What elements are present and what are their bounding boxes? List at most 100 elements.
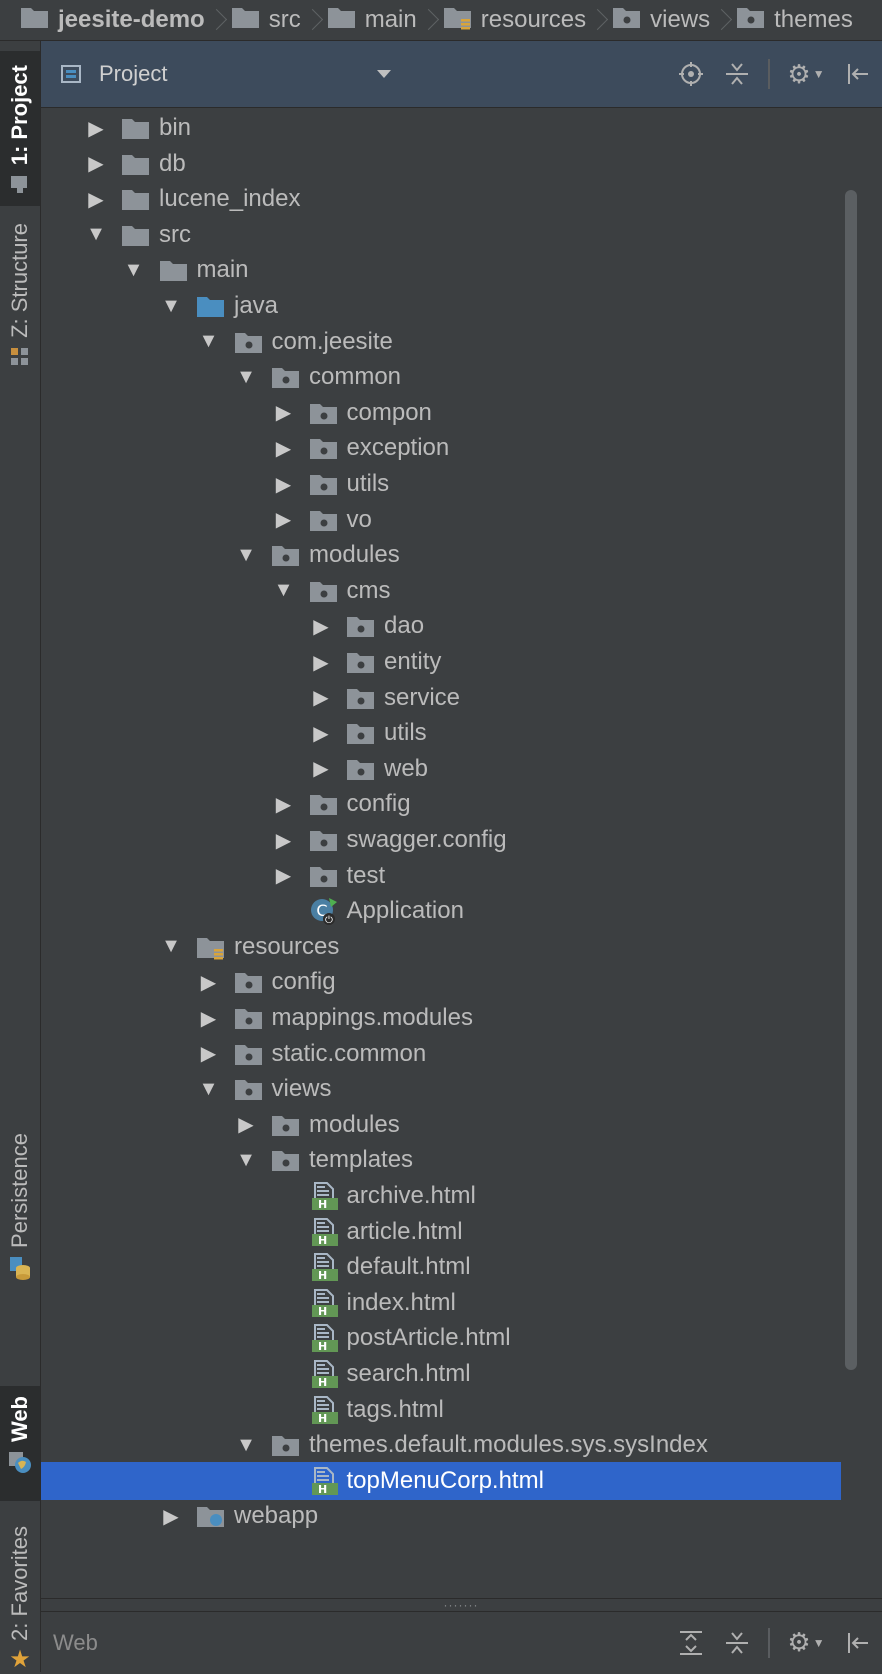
tree-row[interactable]: ▶ mappings.modules (41, 999, 841, 1037)
tree-row[interactable]: ▶ config (41, 963, 841, 1001)
tree-row[interactable]: ▼ common (41, 358, 841, 396)
tree-row[interactable]: Htags.html (41, 1391, 841, 1429)
tree-row[interactable]: HpostArticle.html (41, 1319, 841, 1357)
expand-arrow-icon[interactable]: ▶ (308, 607, 334, 645)
tree-row[interactable]: ▶ config (41, 785, 841, 823)
tree-row[interactable]: HtopMenuCorp.html (41, 1461, 841, 1500)
tree-row[interactable]: C ⏻ Application (41, 892, 841, 930)
tree-row[interactable]: ▶ service (41, 679, 841, 717)
expand-arrow-icon[interactable]: ▶ (308, 750, 334, 788)
breadcrumb-item[interactable]: resources (437, 0, 592, 40)
collapse-arrow-icon[interactable]: ▼ (83, 216, 109, 254)
collapse-arrow-icon[interactable]: ▼ (196, 323, 222, 361)
tree-row[interactable]: ▼ cms (41, 572, 841, 610)
tool-tab-project[interactable]: 1: Project (0, 51, 40, 206)
tree-row[interactable]: ▶ entity (41, 643, 841, 681)
expand-arrow-icon[interactable]: ▶ (196, 963, 222, 1001)
gear-icon[interactable]: ⚙ ▼ (786, 1627, 826, 1658)
collapse-all-icon[interactable] (722, 1628, 752, 1658)
tree-row[interactable]: ▶ db (41, 145, 841, 183)
hide-icon[interactable] (842, 1628, 872, 1658)
locate-icon[interactable] (676, 59, 706, 89)
collapse-arrow-icon[interactable]: ▼ (196, 1070, 222, 1108)
tree-row[interactable]: ▶ lucene_index (41, 180, 841, 218)
tree-row[interactable]: ▼ templates (41, 1141, 841, 1179)
tree-row[interactable]: Harchive.html (41, 1177, 841, 1215)
breadcrumb-item[interactable]: jeesite-demo (0, 0, 211, 40)
tree-row[interactable]: ▼ java (41, 287, 841, 325)
collapse-arrow-icon[interactable]: ▼ (233, 536, 259, 574)
tree-row[interactable]: ▼ views (41, 1070, 841, 1108)
collapse-arrow-icon[interactable]: ▼ (271, 572, 297, 610)
tree-row[interactable]: Harticle.html (41, 1213, 841, 1251)
collapse-arrow-icon[interactable]: ▼ (158, 928, 184, 966)
breadcrumb-item[interactable]: themes (730, 0, 859, 40)
tree-row[interactable]: Hsearch.html (41, 1355, 841, 1393)
gear-icon[interactable]: ⚙ ▼ (786, 59, 826, 89)
breadcrumb-item[interactable]: main (321, 0, 423, 40)
tree-row[interactable]: ▶ static.common (41, 1035, 841, 1073)
tree-row[interactable]: ▼ resources (41, 928, 841, 966)
tree-row[interactable]: ▶ modules (41, 1106, 841, 1144)
expand-arrow-icon[interactable]: ▶ (196, 1035, 222, 1073)
expand-arrow-icon[interactable]: ▶ (83, 109, 109, 147)
view-dropdown-caret[interactable] (377, 70, 392, 78)
expand-arrow-icon[interactable]: ▶ (83, 145, 109, 183)
hide-icon[interactable] (842, 59, 872, 89)
tree-row[interactable]: Hdefault.html (41, 1248, 841, 1286)
expand-arrow-icon[interactable]: ▶ (233, 1106, 259, 1144)
expand-arrow-icon[interactable]: ▶ (308, 643, 334, 681)
expand-arrow-icon[interactable]: ▶ (271, 465, 297, 503)
tree-row[interactable]: ▶ dao (41, 607, 841, 645)
expand-arrow-icon[interactable]: ▶ (271, 501, 297, 539)
expand-arrow-icon[interactable]: ▶ (308, 679, 334, 717)
tree-row[interactable]: ▼ src (41, 216, 841, 254)
vertical-scrollbar[interactable] (845, 190, 857, 1370)
expand-arrow-icon[interactable]: ▶ (271, 429, 297, 467)
tree-row[interactable]: ▼ themes.default.modules.sys.sysIndex (41, 1426, 841, 1464)
expand-arrow-icon[interactable]: ▶ (308, 714, 334, 752)
tree-row[interactable]: ▶ swagger.config (41, 821, 841, 859)
expand-arrow-icon[interactable]: ▶ (271, 857, 297, 895)
collapse-arrow-icon[interactable]: ▼ (233, 1141, 259, 1179)
expand-arrow-icon[interactable]: ▶ (83, 180, 109, 218)
tree-row[interactable]: ▼ modules (41, 536, 841, 574)
tree-row[interactable]: ▶ utils (41, 714, 841, 752)
collapse-arrow-icon[interactable]: ▼ (233, 358, 259, 396)
tree-row[interactable]: ▼ com.jeesite (41, 323, 841, 361)
collapse-all-icon[interactable] (722, 59, 752, 89)
collapse-arrow-icon[interactable]: ▼ (121, 251, 147, 289)
tree-row[interactable]: ▼ main (41, 251, 841, 289)
expand-arrow-icon[interactable]: ▶ (271, 785, 297, 823)
tree-row[interactable]: ▶ test (41, 857, 841, 895)
tool-tab-structure[interactable]: Z: Structure (0, 223, 40, 383)
expand-arrow-icon[interactable]: ▶ (271, 394, 297, 432)
resize-handle[interactable]: ······· (40, 1598, 882, 1612)
project-tree[interactable]: ▶ bin ▶ db ▶ lucene_index ▼ src ▼ main ▼ java ▼ com.j… (41, 108, 841, 1598)
tree-item-label: config (271, 968, 336, 996)
tree-row[interactable]: ▶ utils (41, 465, 841, 503)
breadcrumb-item[interactable]: views (606, 0, 716, 40)
expand-arrow-icon[interactable]: ▶ (158, 1497, 184, 1535)
tree-row[interactable]: ▶ web (41, 750, 841, 788)
tree-row[interactable]: ▶ compon (41, 394, 841, 432)
package-icon (346, 756, 376, 782)
tool-tab-favorites[interactable]: 2: Favorites ★ (0, 1526, 40, 1673)
collapse-arrow-icon[interactable]: ▼ (233, 1426, 259, 1464)
tool-tab-persistence[interactable]: Persistence (0, 1133, 40, 1303)
collapse-arrow-icon[interactable]: ▼ (158, 287, 184, 325)
expand-arrow-icon[interactable]: ▶ (271, 821, 297, 859)
expand-arrow-icon[interactable]: ▶ (196, 999, 222, 1037)
scrollbar-thumb[interactable] (845, 190, 857, 1370)
tree-row[interactable]: ▶ webapp (41, 1497, 841, 1535)
tree-row[interactable]: ▶ bin (41, 109, 841, 147)
expand-all-icon[interactable] (676, 1628, 706, 1658)
tree-item-label: swagger.config (346, 826, 507, 853)
tree-row[interactable]: ▶ exception (41, 429, 841, 467)
package-icon (309, 507, 339, 533)
tree-row[interactable]: ▶ vo (41, 501, 841, 539)
tool-tab-web[interactable]: Web (0, 1386, 40, 1501)
tree-item-label: resources (234, 932, 340, 960)
breadcrumb-item[interactable]: src (225, 0, 307, 40)
tree-row[interactable]: Hindex.html (41, 1284, 841, 1322)
